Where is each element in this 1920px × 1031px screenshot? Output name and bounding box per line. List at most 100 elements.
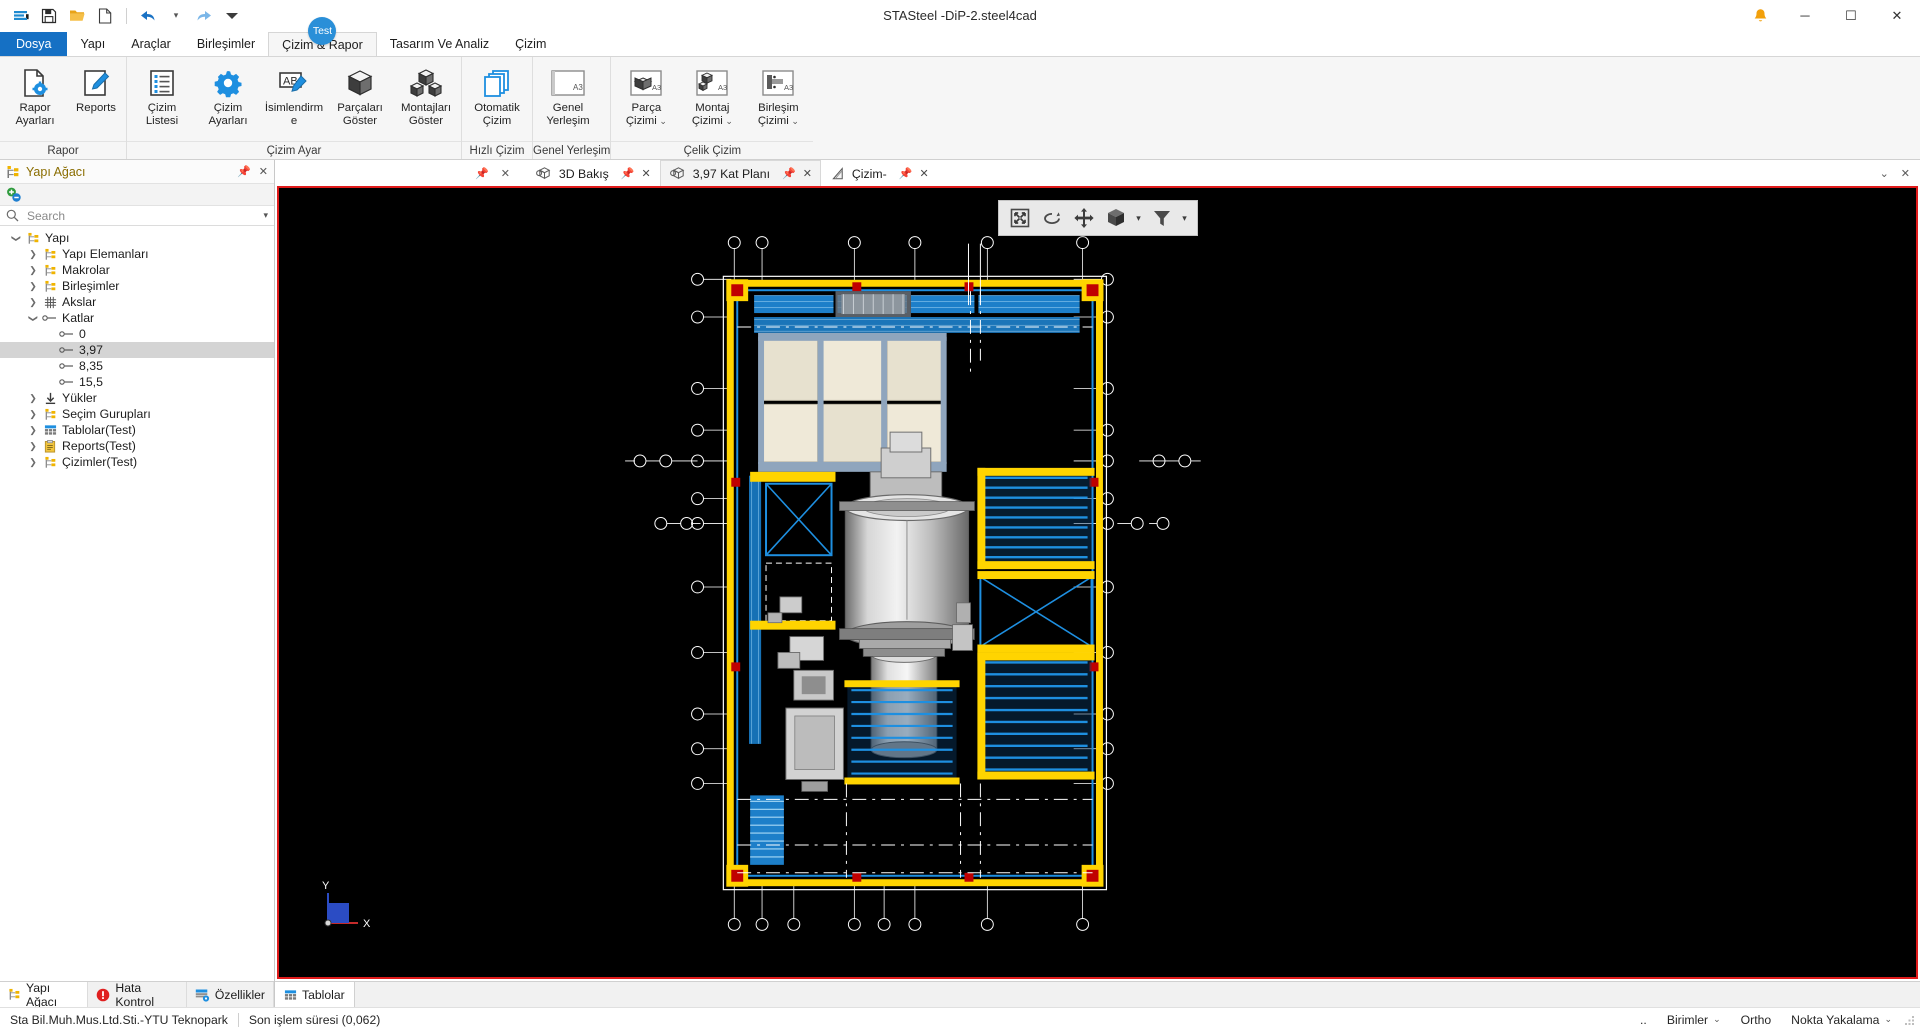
chevron-right-icon[interactable]: ❯ (25, 281, 41, 292)
chevron-right-icon[interactable]: ❯ (25, 457, 41, 468)
bell-icon[interactable] (1753, 8, 1768, 24)
chevron-down-icon[interactable]: ⌄ (723, 116, 733, 126)
rotate-icon[interactable] (1037, 203, 1067, 233)
close-icon[interactable]: ✕ (803, 167, 812, 180)
minimize-button[interactable]: ─ (1782, 0, 1828, 32)
ribbon-button-connection-drawing-a3[interactable]: A3Birleşim Çizimi ⌄ (745, 61, 811, 129)
save-icon[interactable] (36, 4, 62, 28)
tree-item-15-5[interactable]: 15,5 (0, 374, 274, 390)
status-snap-dropdown[interactable]: Nokta Yakalama⌄ (1781, 1013, 1902, 1027)
redo-icon[interactable] (191, 4, 217, 28)
customize-qat-icon[interactable] (219, 4, 245, 28)
bottom-tab-tablolar[interactable]: Tablolar (275, 982, 355, 1007)
ribbon-tab-birlesimler[interactable]: Birleşimler (184, 32, 268, 56)
tree-item-makrolar[interactable]: ❯Makrolar (0, 262, 274, 278)
restore-view-icon[interactable]: ⌄ (1880, 167, 1889, 180)
status-status-dots[interactable]: .. (1630, 1013, 1657, 1027)
open-folder-icon[interactable] (64, 4, 90, 28)
ribbon-tab-cizim[interactable]: Çizim (502, 32, 559, 56)
naming-ab-icon: AB (277, 66, 311, 100)
tree-item-birle-imler[interactable]: ❯Birleşimler (0, 278, 274, 294)
dock-tab-zellikler[interactable]: Özellikler (187, 982, 274, 1007)
pin-icon[interactable]: 📌 (237, 165, 251, 178)
view-cube-icon[interactable] (1101, 203, 1131, 233)
chevron-right-icon[interactable]: ❯ (25, 393, 41, 404)
ribbon-tab-dosya[interactable]: Dosya (0, 32, 67, 56)
chevron-right-icon[interactable]: ❯ (25, 265, 41, 276)
tree-item-3-97[interactable]: 3,97 (0, 342, 274, 358)
dock-tab-yap-a-ac[interactable]: Yapı Ağacı (0, 982, 88, 1007)
chevron-right-icon[interactable]: ❯ (25, 441, 41, 452)
chevron-right-icon[interactable]: ❯ (25, 297, 41, 308)
tree-item-yap-elemanlar[interactable]: ❯Yapı Elemanları (0, 246, 274, 262)
chevron-right-icon[interactable]: ❯ (25, 409, 41, 420)
tree-item-katlar[interactable]: ❯Katlar (0, 310, 274, 326)
status-ortho-toggle[interactable]: Ortho (1731, 1013, 1781, 1027)
filter-funnel-icon[interactable] (1147, 203, 1177, 233)
pin-icon[interactable]: 📌 (621, 167, 635, 180)
chevron-down-icon[interactable]: ⌄ (1713, 1014, 1721, 1025)
cad-viewport[interactable]: ▾ ▾ (277, 186, 1918, 979)
pan-icon[interactable] (1069, 203, 1099, 233)
view-cube-dropdown-icon[interactable]: ▾ (1133, 213, 1145, 224)
dock-tab-hata-kontrol[interactable]: Hata Kontrol (88, 982, 186, 1007)
filter-dropdown-icon[interactable]: ▾ (1179, 213, 1191, 224)
ribbon-button-naming-ab[interactable]: ABİsimlendirme (261, 61, 327, 129)
ribbon-button-part-drawing-a3[interactable]: A3Parça Çizimi ⌄ (613, 61, 679, 129)
ribbon-button-general-layout-a3[interactable]: A3Genel Yerleşim (535, 61, 601, 129)
ribbon-button-reports[interactable]: Reports (68, 61, 124, 116)
undo-icon[interactable] (135, 4, 161, 28)
zoom-extents-icon[interactable] (1005, 203, 1035, 233)
chevron-down-icon[interactable]: ⌄ (789, 116, 799, 126)
search-input[interactable] (25, 208, 257, 224)
status-units-dropdown[interactable]: Birimler⌄ (1657, 1013, 1731, 1027)
chevron-down-icon[interactable]: ❯ (28, 310, 39, 326)
tree-item-reports-test[interactable]: ❯Reports(Test) (0, 438, 274, 454)
close-icon[interactable]: ✕ (259, 165, 268, 178)
ribbon-tab-tasarim[interactable]: Tasarım Ve Analiz (377, 32, 502, 56)
panel-close-icon[interactable]: ✕ (501, 167, 510, 180)
panel-pin-icon[interactable]: 📌 (475, 167, 489, 180)
pin-icon[interactable]: 📌 (782, 167, 796, 180)
ribbon-button-show-parts-cube[interactable]: Parçaları Göster (327, 61, 393, 129)
new-file-icon[interactable] (92, 4, 118, 28)
pin-icon[interactable]: 📌 (899, 167, 913, 180)
tree-item-se-im-guruplar[interactable]: ❯Seçim Gurupları (0, 406, 274, 422)
ribbon-button-automatic-drawing[interactable]: Otomatik Çizim (464, 61, 530, 129)
close-icon[interactable]: ✕ (642, 167, 651, 180)
tree-item-8-35[interactable]: 8,35 (0, 358, 274, 374)
chevron-down-icon[interactable]: ⌄ (657, 116, 667, 126)
close-button[interactable]: ✕ (1874, 0, 1920, 32)
ribbon-tab-araclar[interactable]: Araçlar (118, 32, 184, 56)
chevron-down-icon[interactable]: ▾ (263, 210, 268, 221)
ribbon-button-drawing-settings-gear[interactable]: Çizim Ayarları (195, 61, 261, 129)
ribbon-button-report-settings[interactable]: Rapor Ayarları (2, 61, 68, 129)
ribbon-button-assembly-drawing-a3[interactable]: A3Montaj Çizimi ⌄ (679, 61, 745, 129)
tree-item-tablolar-test[interactable]: ❯Tablolar(Test) (0, 422, 274, 438)
tree-item-izimler-test[interactable]: ❯Çizimler(Test) (0, 454, 274, 470)
resize-grip-icon[interactable] (1902, 1013, 1916, 1027)
chevron-right-icon[interactable]: ❯ (25, 425, 41, 436)
add-remove-node-icon[interactable] (6, 187, 26, 203)
maximize-button[interactable]: ☐ (1828, 0, 1874, 32)
tree-item-0[interactable]: 0 (0, 326, 274, 342)
ribbon-button-drawing-list[interactable]: Çizim Listesi (129, 61, 195, 129)
tree-item-akslar[interactable]: ❯Akslar (0, 294, 274, 310)
document-tab-3d-bak[interactable]: 3D Bakış📌✕ (526, 160, 660, 186)
app-menu-icon[interactable] (8, 4, 34, 28)
tree-item-y-kler[interactable]: ❯Yükler (0, 390, 274, 406)
ribbon-tab-cizim-rapor[interactable]: Çizim & RaporTest (268, 32, 377, 56)
tree-item-yap[interactable]: ❯Yapı (0, 230, 274, 246)
chevron-down-icon[interactable]: ⌄ (1884, 1014, 1892, 1025)
ribbon-tab-yapi[interactable]: Yapı (67, 32, 118, 56)
ribbon-button-show-assemblies[interactable]: Montajları Göster (393, 61, 459, 129)
document-tab-3-97-kat-plan[interactable]: 3,97 Kat Planı📌✕ (660, 160, 821, 186)
close-view-icon[interactable]: ✕ (1901, 167, 1910, 180)
chevron-right-icon[interactable]: ❯ (25, 249, 41, 260)
structure-tree[interactable]: ❯Yapı❯Yapı Elemanları❯Makrolar❯Birleşiml… (0, 226, 274, 981)
chevron-down-icon[interactable]: ❯ (11, 230, 22, 246)
axis-widget: Y X (319, 879, 375, 935)
close-icon[interactable]: ✕ (919, 167, 928, 180)
document-tab-izim[interactable]: Çizim-📌✕ (821, 160, 938, 186)
undo-dropdown-icon[interactable]: ▾ (163, 4, 189, 28)
